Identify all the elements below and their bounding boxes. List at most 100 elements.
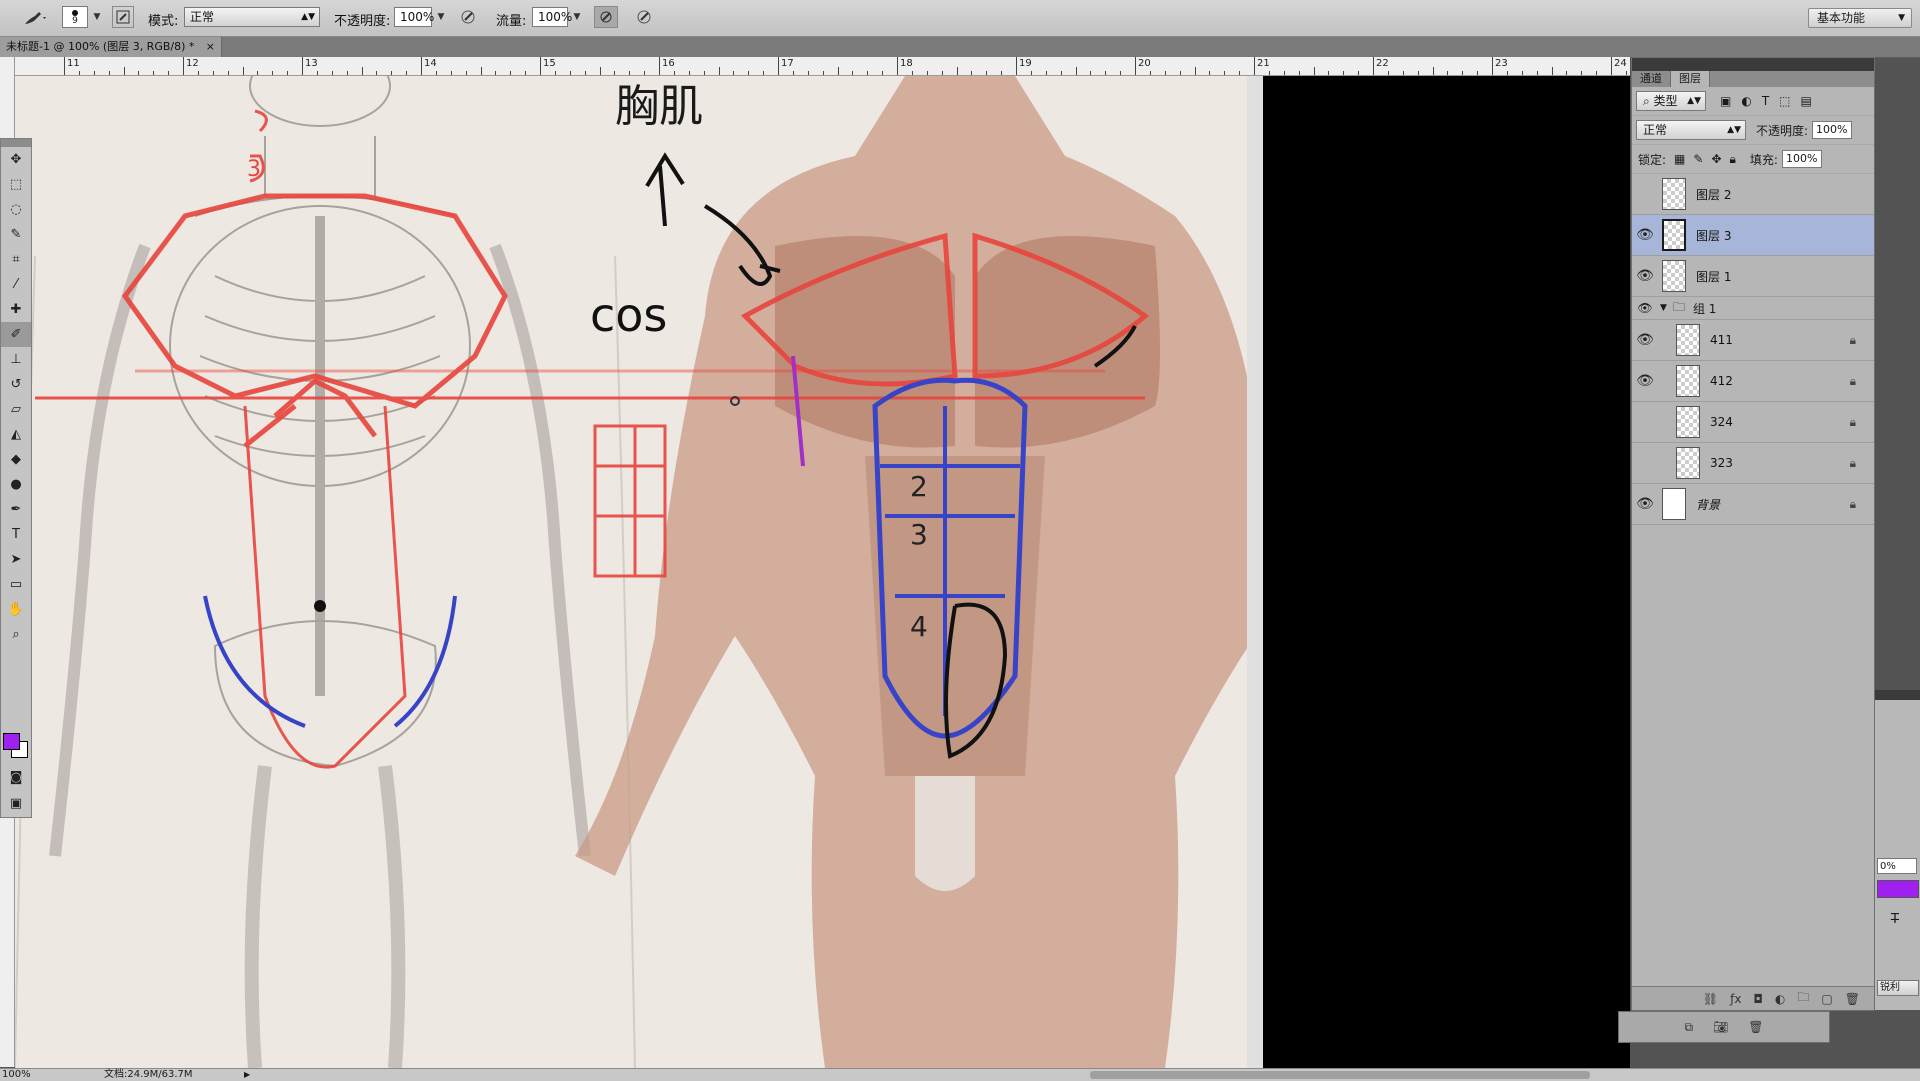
flow-dropdown-icon[interactable]: ▼ <box>570 7 584 27</box>
link-layers-icon[interactable]: ⛓ <box>1703 992 1718 1006</box>
horizontal-ruler[interactable]: 11 12 13 14 15 16 17 18 19 20 21 22 23 24 <box>14 57 1717 76</box>
eye-icon[interactable]: 👁︎ <box>1632 215 1658 255</box>
new-group-icon[interactable]: 🗀 <box>1797 988 1809 1009</box>
delete-layer-icon[interactable]: 🗑︎ <box>1845 992 1860 1006</box>
layer-group[interactable]: 👁︎ ▼ 🗀 组 1 <box>1632 297 1874 320</box>
eye-icon[interactable]: 👁︎ <box>1632 361 1658 401</box>
lock-position-icon[interactable]: ✥ <box>1711 152 1721 166</box>
tab-layers[interactable]: 图层 <box>1671 71 1710 87</box>
layers-panel-header[interactable] <box>1632 58 1874 71</box>
visibility-off-icon[interactable] <box>1632 174 1658 214</box>
lock-icon: 🔒︎ <box>1849 414 1856 429</box>
percent-input[interactable]: 0% <box>1877 858 1917 874</box>
camera-icon[interactable]: 📷︎ <box>1713 1020 1728 1034</box>
opacity-dropdown-icon[interactable]: ▼ <box>434 7 448 27</box>
zoom-level[interactable]: 100% <box>2 1069 31 1081</box>
artwork-layer[interactable]: 胸肌 cos 3 2 3 4 <box>15 76 1255 1068</box>
pressure-size-icon[interactable] <box>632 6 656 28</box>
quick-select-tool-icon[interactable]: ✎ <box>1 222 31 247</box>
marquee-tool-icon[interactable]: ⬚ <box>1 172 31 197</box>
lock-transparent-icon[interactable]: ▦ <box>1674 152 1685 166</box>
clone-stamp-tool-icon[interactable]: ⊥ <box>1 347 31 372</box>
layer-filter-select[interactable]: ⌕ 类型 ▲▼ <box>1636 91 1706 111</box>
eye-icon[interactable]: 👁︎ <box>1632 320 1658 360</box>
pen-tool-icon[interactable]: ✒ <box>1 497 31 522</box>
group-expand-icon[interactable]: ▼ <box>1660 303 1667 313</box>
lasso-tool-icon[interactable]: ◌ <box>1 197 31 222</box>
eye-icon[interactable]: 👁︎ <box>1632 256 1658 296</box>
ruler-minor-tick <box>242 67 244 75</box>
brush-size-picker[interactable]: 9 <box>62 6 88 28</box>
fx-icon[interactable]: ƒx <box>1730 992 1741 1006</box>
brush-panel-toggle-icon[interactable] <box>112 6 134 28</box>
visibility-off-icon[interactable] <box>1632 443 1658 483</box>
lock-image-icon[interactable]: ✎ <box>1693 152 1703 166</box>
eye-icon[interactable]: 👁︎ <box>1632 297 1658 319</box>
ruler-number: 13 <box>305 58 318 69</box>
type-tool-icon[interactable]: T <box>1 522 31 547</box>
lock-all-icon[interactable]: 🔒︎ <box>1730 152 1736 167</box>
layer-item-background[interactable]: 👁︎ 背景 🔒︎ <box>1632 484 1874 525</box>
workspace-switcher[interactable]: 基本功能 ▼ <box>1808 8 1912 28</box>
document-tab[interactable]: 未标题-1 @ 100% (图层 3, RGB/8) * × <box>0 37 222 57</box>
horizontal-scrollbar-thumb[interactable] <box>1090 1071 1590 1079</box>
tools-panel-header[interactable] <box>1 139 31 147</box>
filter-adjustment-icon[interactable]: ◐ <box>1741 94 1751 108</box>
clipped-panel-header[interactable] <box>1875 690 1920 700</box>
healing-brush-tool-icon[interactable]: ✚ <box>1 297 31 322</box>
brush-tool-preset-icon[interactable] <box>14 6 54 28</box>
layer-item-selected[interactable]: 👁︎ 图层 3 <box>1632 215 1874 256</box>
brush-size-dropdown-icon[interactable]: ▼ <box>90 7 104 27</box>
document-canvas[interactable]: 胸肌 cos 3 2 3 4 <box>15 76 1630 1068</box>
add-mask-icon[interactable]: ◘ <box>1753 992 1763 1006</box>
foreground-color-swatch[interactable] <box>3 733 20 750</box>
document-size-info[interactable]: 文档:24.9M/63.7M <box>104 1069 193 1081</box>
screen-mode-icon[interactable]: ▣ <box>1 791 31 816</box>
layer-item[interactable]: 👁︎ 412 🔒︎ <box>1632 361 1874 402</box>
blend-mode-select[interactable]: 正常 ▲▼ <box>1636 120 1746 140</box>
filter-type-icon[interactable]: T <box>1762 94 1769 108</box>
eraser-tool-icon[interactable]: ▱ <box>1 397 31 422</box>
layer-opacity-input[interactable]: 100% <box>1812 121 1853 139</box>
layer-item[interactable]: 323 🔒︎ <box>1632 443 1874 484</box>
blur-tool-icon[interactable]: ◆ <box>1 447 31 472</box>
filter-smart-object-icon[interactable]: ▤ <box>1801 94 1812 108</box>
fill-input[interactable]: 100% <box>1781 150 1822 168</box>
filter-pixel-icon[interactable]: ▣ <box>1720 94 1731 108</box>
brush-tool-icon[interactable]: ✐ <box>1 322 31 347</box>
layer-item[interactable]: 324 🔒︎ <box>1632 402 1874 443</box>
layer-item[interactable]: 👁︎ 411 🔒︎ <box>1632 320 1874 361</box>
filter-shape-icon[interactable]: ⬚ <box>1779 94 1790 108</box>
layer-item[interactable]: 👁︎ 图层 1 <box>1632 256 1874 297</box>
mode-select[interactable]: 正常 ▲▼ <box>184 7 320 27</box>
hand-tool-icon[interactable]: ✋ <box>1 597 31 622</box>
eyedropper-tool-icon[interactable]: ⁄ <box>1 272 31 297</box>
close-tab-icon[interactable]: × <box>206 37 215 57</box>
delete-icon[interactable]: 🗑︎ <box>1748 1020 1763 1034</box>
antialias-select[interactable]: 锐利 <box>1877 980 1919 996</box>
pressure-opacity-icon[interactable] <box>456 6 480 28</box>
opacity-input[interactable]: 100% <box>394 7 434 27</box>
shape-tool-icon[interactable]: ▭ <box>1 572 31 597</box>
new-layer-icon[interactable]: ▢ <box>1821 992 1832 1006</box>
crop-tool-icon[interactable]: ⌗ <box>1 247 31 272</box>
flow-input[interactable]: 100% <box>532 7 572 27</box>
move-tool-icon[interactable]: ✥ <box>1 147 31 172</box>
ruler-minor-tick <box>227 71 229 75</box>
type-option-icon[interactable]: T̶ <box>1891 912 1899 927</box>
status-menu-arrow-icon[interactable]: ▶ <box>244 1069 250 1081</box>
paint-bucket-tool-icon[interactable]: ◭ <box>1 422 31 447</box>
zoom-tool-icon[interactable]: ⌕ <box>1 622 31 647</box>
eye-icon[interactable]: 👁︎ <box>1632 484 1658 524</box>
path-select-tool-icon[interactable]: ➤ <box>1 547 31 572</box>
text-color-swatch[interactable] <box>1877 880 1919 898</box>
tab-channels[interactable]: 通道 <box>1632 71 1671 87</box>
adjustment-layer-icon[interactable]: ◐ <box>1775 992 1785 1006</box>
dodge-tool-icon[interactable]: ● <box>1 472 31 497</box>
history-brush-tool-icon[interactable]: ↺ <box>1 372 31 397</box>
visibility-off-icon[interactable] <box>1632 402 1658 442</box>
quick-mask-icon[interactable]: ◙ <box>1 765 31 790</box>
airbrush-icon[interactable] <box>594 6 618 28</box>
new-snapshot-icon[interactable]: ⧉ <box>1684 1020 1693 1035</box>
layer-item[interactable]: 图层 2 <box>1632 174 1874 215</box>
